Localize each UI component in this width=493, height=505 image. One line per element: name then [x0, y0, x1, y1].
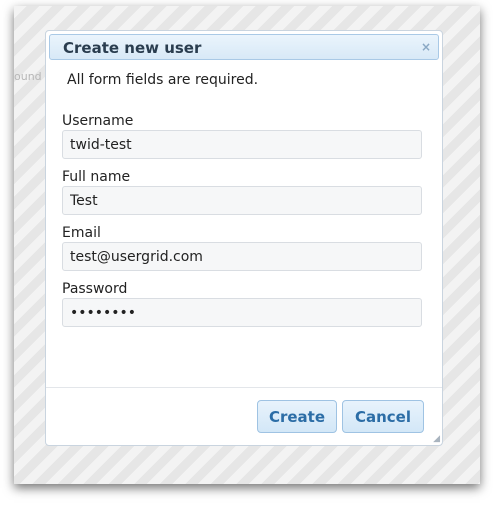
- cancel-button[interactable]: Cancel: [342, 400, 424, 433]
- backdrop-partial-text: ound: [14, 70, 42, 83]
- dialog-footer-divider: [46, 387, 442, 388]
- resize-grip-icon[interactable]: ◢: [433, 435, 440, 444]
- fullname-label: Full name: [62, 169, 131, 185]
- close-icon[interactable]: ×: [421, 40, 431, 54]
- username-label: Username: [62, 113, 134, 129]
- required-fields-note: All form fields are required.: [67, 72, 259, 88]
- create-button[interactable]: Create: [257, 400, 337, 433]
- email-input[interactable]: [62, 242, 422, 271]
- fullname-input[interactable]: [62, 186, 422, 215]
- password-input[interactable]: [62, 298, 422, 327]
- dialog-title: Create new user: [63, 39, 202, 57]
- username-input[interactable]: [62, 130, 422, 159]
- create-user-dialog: Create new user × All form fields are re…: [45, 30, 443, 446]
- password-label: Password: [62, 281, 128, 297]
- email-label: Email: [62, 225, 101, 241]
- dialog-titlebar[interactable]: Create new user ×: [49, 34, 439, 60]
